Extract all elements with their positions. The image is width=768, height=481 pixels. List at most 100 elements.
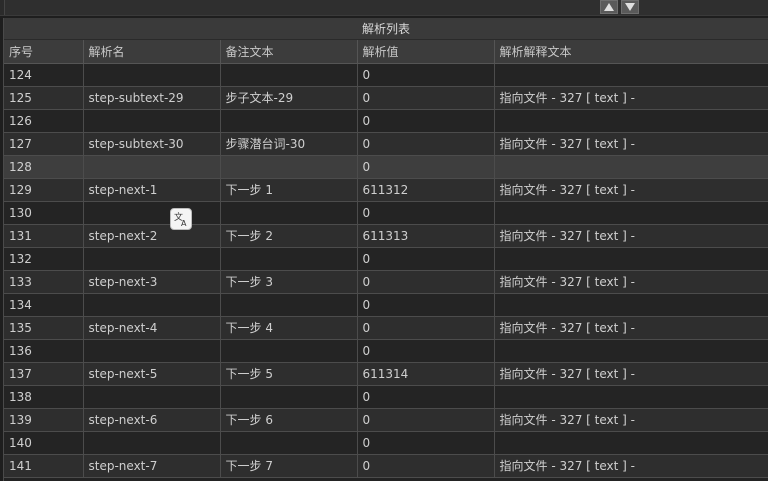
cell-name[interactable] xyxy=(83,63,221,87)
cell-name[interactable]: step-next-3 xyxy=(83,270,221,294)
cell-note[interactable]: 下一步 1 xyxy=(220,178,358,202)
cell-index[interactable]: 140 xyxy=(4,431,84,455)
cell-note[interactable] xyxy=(220,63,358,87)
cell-name[interactable]: step-next-4 xyxy=(83,316,221,340)
column-header-description[interactable]: 解析解释文本 xyxy=(494,40,768,64)
cell-description[interactable] xyxy=(494,109,768,133)
cell-note[interactable] xyxy=(220,339,358,363)
cell-note[interactable] xyxy=(220,109,358,133)
cell-note[interactable] xyxy=(220,431,358,455)
cell-description[interactable] xyxy=(494,339,768,363)
table-row[interactable]: 141 step-next-7 下一步 7 0 指向文件 - 327 [ text ] … xyxy=(4,454,768,478)
cell-note[interactable]: 下一步 3 xyxy=(220,270,358,294)
scroll-up-button[interactable] xyxy=(600,0,618,14)
cell-description[interactable] xyxy=(494,155,768,179)
cell-value[interactable]: 0 xyxy=(357,408,495,432)
table-row[interactable]: 137 step-next-5 下一步 5 611314 指向文件 - 327 [ te… xyxy=(4,362,768,386)
cell-description[interactable] xyxy=(494,431,768,455)
cell-description[interactable]: 指向文件 - 327 [ text ] - xyxy=(494,86,768,110)
cell-name[interactable] xyxy=(83,293,221,317)
table-row[interactable]: 138 0 xyxy=(4,385,768,409)
cell-index[interactable]: 138 xyxy=(4,385,84,409)
cell-index[interactable]: 131 xyxy=(4,224,84,248)
column-header-index[interactable]: 序号 xyxy=(4,40,84,64)
cell-index[interactable]: 125 xyxy=(4,86,84,110)
cell-name[interactable] xyxy=(83,385,221,409)
table-row[interactable]: 132 0 xyxy=(4,247,768,271)
cell-description[interactable]: 指向文件 - 327 [ text ] - xyxy=(494,362,768,386)
cell-value[interactable]: 0 xyxy=(357,201,495,225)
cell-index[interactable]: 126 xyxy=(4,109,84,133)
cell-description[interactable] xyxy=(494,247,768,271)
cell-name[interactable] xyxy=(83,109,221,133)
cell-value[interactable]: 0 xyxy=(357,454,495,478)
cell-name[interactable]: step-next-2 xyxy=(83,224,221,248)
cell-value[interactable]: 611313 xyxy=(357,224,495,248)
cell-index[interactable]: 129 xyxy=(4,178,84,202)
cell-index[interactable]: 139 xyxy=(4,408,84,432)
cell-name[interactable] xyxy=(83,431,221,455)
cell-name[interactable] xyxy=(83,247,221,271)
table-row[interactable]: 140 0 xyxy=(4,431,768,455)
cell-description[interactable]: 指向文件 - 327 [ text ] - xyxy=(494,178,768,202)
cell-description[interactable] xyxy=(494,201,768,225)
cell-value[interactable]: 0 xyxy=(357,431,495,455)
cell-note[interactable] xyxy=(220,155,358,179)
cell-value[interactable]: 611312 xyxy=(357,178,495,202)
cell-name[interactable] xyxy=(83,155,221,179)
cell-value[interactable]: 0 xyxy=(357,155,495,179)
table-row[interactable]: 130 0 xyxy=(4,201,768,225)
cell-value[interactable]: 0 xyxy=(357,86,495,110)
cell-value[interactable]: 0 xyxy=(357,339,495,363)
cell-description[interactable]: 指向文件 - 327 [ text ] - xyxy=(494,316,768,340)
column-header-note[interactable]: 备注文本 xyxy=(220,40,358,64)
translate-button[interactable]: 文 A xyxy=(170,208,192,230)
cell-index[interactable]: 134 xyxy=(4,293,84,317)
cell-note[interactable] xyxy=(220,247,358,271)
cell-description[interactable] xyxy=(494,63,768,87)
cell-index[interactable]: 133 xyxy=(4,270,84,294)
table-row[interactable]: 136 0 xyxy=(4,339,768,363)
cell-note[interactable] xyxy=(220,293,358,317)
cell-note[interactable] xyxy=(220,201,358,225)
cell-name[interactable]: step-next-6 xyxy=(83,408,221,432)
cell-name[interactable]: step-subtext-29 xyxy=(83,86,221,110)
cell-note[interactable]: 步子文本-29 xyxy=(220,86,358,110)
cell-index[interactable]: 135 xyxy=(4,316,84,340)
cell-index[interactable]: 132 xyxy=(4,247,84,271)
column-header-value[interactable]: 解析值 xyxy=(357,40,495,64)
cell-value[interactable]: 611314 xyxy=(357,362,495,386)
cell-index[interactable]: 130 xyxy=(4,201,84,225)
cell-index[interactable]: 136 xyxy=(4,339,84,363)
cell-value[interactable]: 0 xyxy=(357,132,495,156)
cell-description[interactable]: 指向文件 - 327 [ text ] - xyxy=(494,224,768,248)
cell-index[interactable]: 127 xyxy=(4,132,84,156)
table-row[interactable]: 125 step-subtext-29 步子文本-29 0 指向文件 - 327 [ t… xyxy=(4,86,768,110)
cell-index[interactable]: 137 xyxy=(4,362,84,386)
cell-name[interactable]: step-subtext-30 xyxy=(83,132,221,156)
cell-value[interactable]: 0 xyxy=(357,270,495,294)
cell-description[interactable]: 指向文件 - 327 [ text ] - xyxy=(494,132,768,156)
cell-index[interactable]: 128 xyxy=(4,155,84,179)
cell-value[interactable]: 0 xyxy=(357,316,495,340)
cell-description[interactable] xyxy=(494,385,768,409)
cell-index[interactable]: 141 xyxy=(4,454,84,478)
table-row[interactable]: 126 0 xyxy=(4,109,768,133)
table-row[interactable]: 133 step-next-3 下一步 3 0 指向文件 - 327 [ text ] … xyxy=(4,270,768,294)
cell-note[interactable]: 下一步 5 xyxy=(220,362,358,386)
table-row[interactable]: 139 step-next-6 下一步 6 0 指向文件 - 327 [ text ] … xyxy=(4,408,768,432)
cell-note[interactable]: 下一步 4 xyxy=(220,316,358,340)
cell-index[interactable]: 124 xyxy=(4,63,84,87)
cell-name[interactable] xyxy=(83,201,221,225)
cell-name[interactable]: step-next-5 xyxy=(83,362,221,386)
cell-value[interactable]: 0 xyxy=(357,247,495,271)
table-row[interactable]: 127 step-subtext-30 步骤潜台词-30 0 指向文件 - 327 [ … xyxy=(4,132,768,156)
cell-value[interactable]: 0 xyxy=(357,63,495,87)
cell-note[interactable]: 下一步 6 xyxy=(220,408,358,432)
cell-note[interactable]: 下一步 2 xyxy=(220,224,358,248)
cell-value[interactable]: 0 xyxy=(357,109,495,133)
table-row[interactable]: 131 step-next-2 下一步 2 611313 指向文件 - 327 [ te… xyxy=(4,224,768,248)
table-row[interactable]: 124 0 xyxy=(4,63,768,87)
table-row[interactable]: 129 step-next-1 下一步 1 611312 指向文件 - 327 [ te… xyxy=(4,178,768,202)
cell-name[interactable]: step-next-7 xyxy=(83,454,221,478)
